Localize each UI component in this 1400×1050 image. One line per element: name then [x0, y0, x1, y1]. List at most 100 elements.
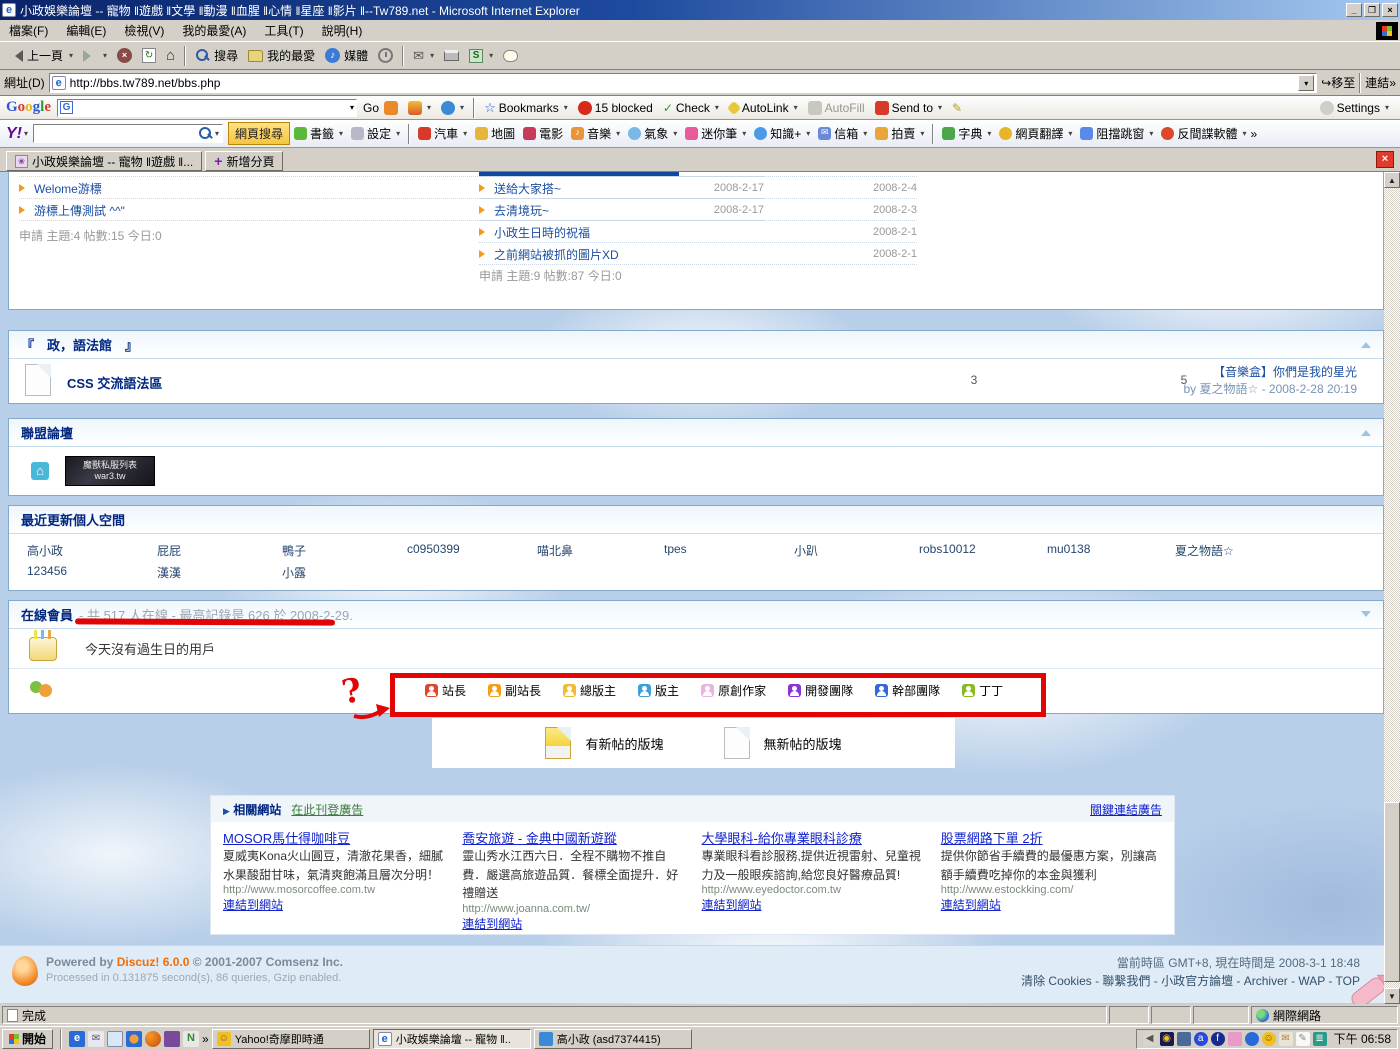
history-button[interactable]: [373, 46, 398, 65]
edit-button[interactable]: S▾: [464, 47, 498, 65]
f-tray-icon[interactable]: f: [1211, 1032, 1225, 1046]
menu-favorites[interactable]: 我的最愛(A): [173, 19, 255, 42]
ime-tray-icon[interactable]: ≣: [1313, 1032, 1327, 1046]
google-settings-button[interactable]: Settings▾: [1315, 101, 1394, 115]
google-search-input[interactable]: G▾: [57, 99, 357, 117]
edit-caret-icon[interactable]: ▾: [489, 51, 493, 60]
print-button[interactable]: [439, 48, 464, 63]
a-tray-icon[interactable]: a: [1194, 1032, 1208, 1046]
volume-tray-icon[interactable]: ◀: [1143, 1032, 1157, 1046]
pen-tray-icon[interactable]: ✎: [1296, 1032, 1310, 1046]
favorites-button[interactable]: 我的最愛: [243, 45, 320, 66]
keyword-ad-link[interactable]: 關鍵連結廣告: [1090, 801, 1162, 818]
google-sendto-button[interactable]: Send to▾: [870, 101, 947, 115]
alliance-banner[interactable]: 魔獸私服列表 war3.tw: [65, 456, 155, 486]
ad-visit-link[interactable]: 連結到網站: [223, 898, 283, 912]
google-spellcheck-button[interactable]: ✓Check▾: [658, 101, 724, 115]
forward-button[interactable]: ▾: [78, 48, 112, 64]
quicklaunch-n-icon[interactable]: N: [183, 1031, 199, 1047]
quicklaunch-mediaplayer-icon[interactable]: [126, 1031, 142, 1047]
ad-title-link[interactable]: 股票網路下單 2折: [941, 831, 1043, 846]
mail-tray-icon[interactable]: ✉: [1279, 1032, 1293, 1046]
quicklaunch-ie-icon[interactable]: e: [69, 1031, 85, 1047]
menu-file[interactable]: 檔案(F): [0, 19, 57, 42]
yahoo-settings-item[interactable]: 設定▾: [347, 125, 404, 142]
quicklaunch-mail-icon[interactable]: ✉: [88, 1031, 104, 1047]
mail-button[interactable]: ✉▾: [408, 46, 439, 66]
network-tray-icon[interactable]: [1177, 1032, 1191, 1046]
space-link[interactable]: 屁屁: [157, 542, 181, 559]
yahoo-movies-item[interactable]: 電影: [519, 125, 567, 142]
topic-link[interactable]: 送給大家搭~: [494, 180, 561, 197]
quicklaunch-app-icon[interactable]: [164, 1031, 180, 1047]
go-button[interactable]: ↪移至: [1321, 74, 1355, 91]
post-ad-link[interactable]: 在此刊登廣告: [291, 801, 363, 818]
quicklaunch-overflow-icon[interactable]: »: [202, 1032, 209, 1046]
yahoo-logo-caret-icon[interactable]: ▾: [24, 129, 28, 138]
back-caret-icon[interactable]: ▾: [69, 51, 73, 60]
space-link[interactable]: mu0138: [1047, 542, 1090, 556]
yahoo-logo[interactable]: Y!: [6, 125, 22, 143]
yahoo-weather-item[interactable]: 氣象▾: [624, 125, 681, 142]
scrollbar-thumb[interactable]: [1384, 802, 1400, 982]
google-comment-icon[interactable]: ▾: [436, 101, 469, 115]
topic-link[interactable]: Welome游標: [34, 180, 102, 197]
topic-link[interactable]: 之前網站被抓的圖片XD: [494, 246, 619, 263]
yahoo-popupblock-item[interactable]: 阻擋跳窗▾: [1076, 125, 1157, 142]
tabbar-close-button[interactable]: ×: [1376, 151, 1394, 168]
space-link[interactable]: 小趴: [794, 542, 818, 559]
space-link[interactable]: robs10012: [919, 542, 976, 556]
address-input[interactable]: e http://bbs.tw789.net/bbs.php ▾: [49, 73, 1318, 93]
collapse-down-icon[interactable]: [1361, 611, 1371, 622]
google-vote-icon[interactable]: ▾: [403, 101, 436, 115]
yahoo-search-input[interactable]: ▾: [33, 124, 223, 143]
yahoo-dictionary-item[interactable]: 字典▾: [938, 125, 995, 142]
google-autofill-button[interactable]: AutoFill: [803, 101, 870, 115]
address-dropdown-icon[interactable]: ▾: [1298, 75, 1314, 91]
links-button[interactable]: 連結»: [1365, 74, 1396, 91]
google-go-button[interactable]: Go: [363, 101, 379, 115]
scroll-down-button[interactable]: ▼: [1384, 988, 1400, 1004]
quicklaunch-firefox-icon[interactable]: [145, 1031, 161, 1047]
scroll-up-button[interactable]: ▲: [1384, 172, 1400, 188]
discuss-button[interactable]: [498, 48, 523, 64]
space-link[interactable]: 漢漢: [157, 564, 181, 581]
yahoo-cars-item[interactable]: 汽車▾: [414, 125, 471, 142]
topic-link[interactable]: 小政生日時的祝福: [494, 224, 590, 241]
maximize-button[interactable]: ❐: [1364, 3, 1380, 17]
ad-title-link[interactable]: 大學眼科-給你專業眼科診療: [702, 831, 862, 846]
yahoo-music-item[interactable]: ♪音樂▾: [567, 125, 624, 142]
last-post-link[interactable]: 【音樂盒】你們是我的星光: [1183, 363, 1357, 380]
tab-new[interactable]: +新增分頁: [205, 151, 283, 171]
space-link[interactable]: 小露: [282, 564, 306, 581]
forward-caret-icon[interactable]: ▾: [103, 51, 107, 60]
home-link-icon[interactable]: ⌂: [31, 462, 49, 480]
vertical-scrollbar[interactable]: ▲ ▼: [1384, 172, 1400, 1004]
task-messenger-chat[interactable]: 高小政 (asd7374415): [534, 1029, 692, 1049]
yahoo-knowledge-item[interactable]: 知識+▾: [750, 125, 814, 142]
home-button[interactable]: ⌂: [161, 45, 180, 66]
bubble-tray-icon[interactable]: [1245, 1032, 1259, 1046]
task-yahoo-messenger[interactable]: ☺ Yahoo!奇摩即時通: [212, 1029, 370, 1049]
google-input-caret-icon[interactable]: ▾: [350, 103, 354, 112]
ad-visit-link[interactable]: 連結到網站: [462, 917, 522, 931]
space-link[interactable]: 鴨子: [282, 542, 306, 559]
back-button[interactable]: 上一頁▾: [4, 45, 78, 66]
wireless-tray-icon[interactable]: ◉: [1160, 1032, 1174, 1046]
ad-visit-link[interactable]: 連結到網站: [702, 898, 762, 912]
refresh-button[interactable]: ↻: [137, 46, 161, 65]
footer-links[interactable]: 清除 Cookies - 聯繫我們 - 小政官方論壇 - Archiver - …: [1021, 972, 1360, 989]
task-forum-window[interactable]: e 小政娛樂論壇 -- 寵物 ‖..: [373, 1029, 531, 1049]
google-popup-blocked-button[interactable]: 15 blocked: [573, 101, 658, 115]
space-link[interactable]: 高小政: [27, 542, 63, 559]
menu-tools[interactable]: 工具(T): [255, 19, 312, 42]
forum-link[interactable]: CSS 交流語法區: [67, 373, 162, 392]
discuz-version[interactable]: Discuz! 6.0.0: [117, 955, 190, 969]
close-button[interactable]: ×: [1382, 3, 1398, 17]
ad-visit-link[interactable]: 連結到網站: [941, 898, 1001, 912]
space-link[interactable]: tpes: [664, 542, 687, 556]
google-autolink-button[interactable]: AutoLink▾: [724, 101, 803, 115]
yahoo-overflow-chevron-icon[interactable]: »: [1250, 127, 1257, 141]
yahoo-mailbox-item[interactable]: ✉信箱▾: [814, 125, 871, 142]
quicklaunch-desktop-icon[interactable]: [107, 1031, 123, 1047]
